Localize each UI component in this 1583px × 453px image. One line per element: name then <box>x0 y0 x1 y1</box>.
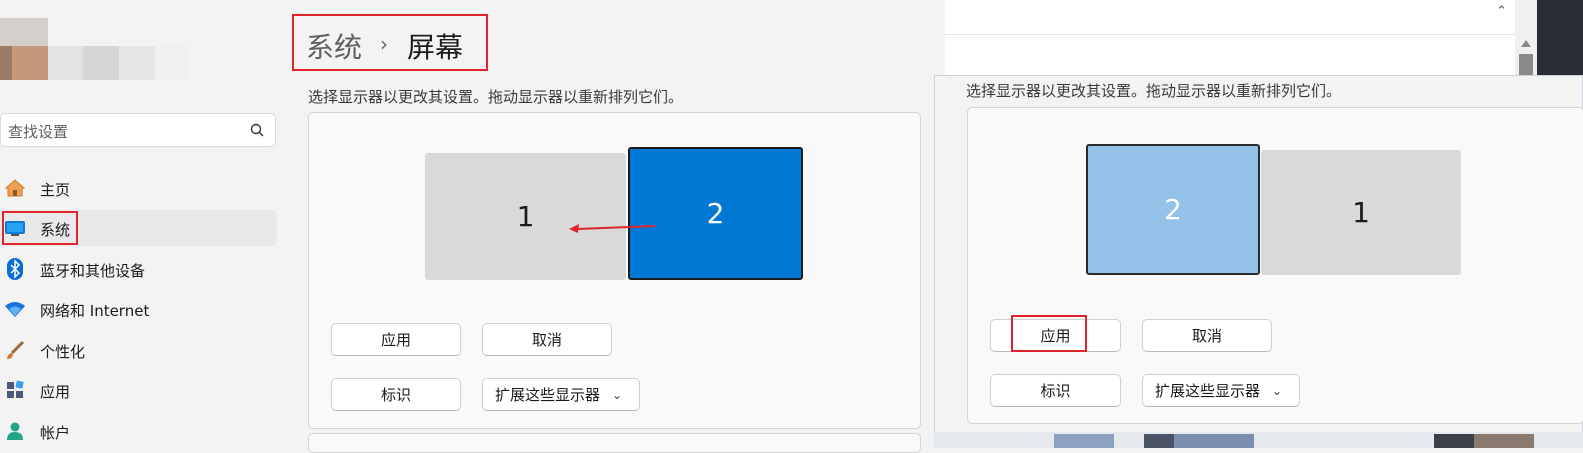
arrange-instruction: 选择显示器以更改其设置。拖动显示器以重新排列它们。 <box>308 88 684 106</box>
sidebar-item-accounts[interactable]: 帐户 <box>0 413 277 449</box>
home-icon <box>4 178 26 198</box>
identify-button[interactable]: 标识 <box>331 378 461 411</box>
sidebar-item-label: 帐户 <box>40 424 71 442</box>
monitor-2-tile[interactable]: 2 <box>1086 144 1260 275</box>
display-arrangement-card: 1 2 应用 取消 标识 扩展这些显示器 ⌄ <box>308 112 921 429</box>
drag-arrow-annotation <box>569 224 656 233</box>
highlight-system-box <box>2 211 78 245</box>
identify-button[interactable]: 标识 <box>990 374 1121 407</box>
bluetooth-icon <box>4 258 26 280</box>
display-arrangement-popup: 选择显示器以更改其设置。拖动显示器以重新排列它们。 2 1 应用 取消 标识 扩… <box>934 75 1583 441</box>
chevron-down-icon: ⌄ <box>1272 383 1283 398</box>
sidebar-item-label: 应用 <box>40 383 71 401</box>
display-mode-dropdown[interactable]: 扩展这些显示器 ⌄ <box>1142 374 1300 407</box>
identify-button-label: 标识 <box>1040 382 1071 400</box>
sidebar-item-label: 蓝牙和其他设备 <box>40 262 146 280</box>
identify-button-label: 标识 <box>380 386 411 404</box>
sidebar-item-apps[interactable]: 应用 <box>0 372 277 408</box>
apps-icon <box>4 380 26 400</box>
search-icon <box>250 123 264 137</box>
apply-button[interactable]: 应用 <box>331 323 461 356</box>
monitor-label: 2 <box>1164 193 1182 226</box>
monitor-label: 1 <box>1352 196 1370 229</box>
wifi-icon <box>4 299 26 319</box>
sidebar-item-label: 网络和 Internet <box>40 302 150 320</box>
background-window: ⌃ <box>945 0 1583 80</box>
cancel-button[interactable]: 取消 <box>482 323 612 356</box>
divider <box>945 34 1515 35</box>
display-mode-value: 扩展这些显示器 <box>1155 382 1261 400</box>
thumbnail-strip <box>934 432 1583 448</box>
display-arrangement-card: 2 1 应用 取消 标识 扩展这些显示器 ⌄ <box>967 107 1583 424</box>
highlight-apply-box <box>1011 315 1087 352</box>
display-mode-value: 扩展这些显示器 <box>495 386 601 404</box>
scrollbar[interactable] <box>1515 0 1537 80</box>
cancel-button-label: 取消 <box>531 331 562 349</box>
chevron-up-icon[interactable]: ⌃ <box>1496 4 1507 19</box>
next-settings-card <box>308 433 921 453</box>
display-mode-dropdown[interactable]: 扩展这些显示器 ⌄ <box>482 378 640 411</box>
settings-window: 查找设置 主页 系统 蓝牙和其他设备 网络和 Internet 个性化 应用 帐… <box>0 0 945 453</box>
sidebar-item-personalization[interactable]: 个性化 <box>0 332 277 368</box>
sidebar-item-label: 主页 <box>40 181 71 199</box>
brush-icon <box>4 340 26 360</box>
chevron-down-icon: ⌄ <box>612 387 623 402</box>
sidebar-item-bluetooth[interactable]: 蓝牙和其他设备 <box>0 251 277 287</box>
monitor-label: 2 <box>706 197 725 230</box>
dark-window-edge <box>1537 0 1583 80</box>
monitor-1-tile[interactable]: 1 <box>1261 150 1461 275</box>
scroll-up-arrow-icon[interactable] <box>1521 40 1531 47</box>
cancel-button-label: 取消 <box>1191 327 1222 345</box>
search-input[interactable]: 查找设置 <box>0 113 276 147</box>
cancel-button[interactable]: 取消 <box>1142 319 1272 352</box>
search-placeholder: 查找设置 <box>8 123 69 141</box>
sidebar-item-network[interactable]: 网络和 Internet <box>0 291 277 327</box>
apply-button-label: 应用 <box>380 331 411 349</box>
account-icon <box>4 421 26 441</box>
sidebar-item-home[interactable]: 主页 <box>0 170 277 206</box>
monitor-2-tile[interactable]: 2 <box>628 147 803 280</box>
arrange-instruction: 选择显示器以更改其设置。拖动显示器以重新排列它们。 <box>966 82 1342 100</box>
avatar <box>0 18 190 80</box>
sidebar-item-label: 个性化 <box>40 343 86 361</box>
monitor-label: 1 <box>516 200 535 233</box>
highlight-title-box <box>292 14 488 71</box>
